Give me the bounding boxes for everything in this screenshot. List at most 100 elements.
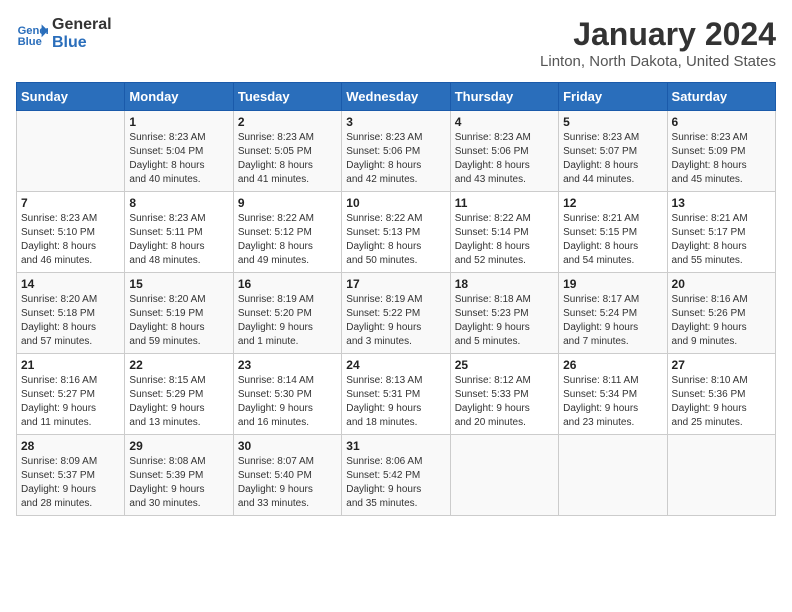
day-number: 26 <box>563 358 662 372</box>
day-number: 4 <box>455 115 554 129</box>
day-info: Sunrise: 8:22 AMSunset: 5:13 PMDaylight:… <box>346 212 445 268</box>
day-number: 2 <box>238 115 337 129</box>
day-info: Sunrise: 8:23 AMSunset: 5:07 PMDaylight:… <box>563 131 662 187</box>
header-friday: Friday <box>559 83 667 111</box>
logo: General Blue General Blue <box>16 16 112 51</box>
calendar-cell: 26 Sunrise: 8:11 AMSunset: 5:34 PMDayligh… <box>559 354 667 435</box>
day-number: 12 <box>563 196 662 210</box>
day-info: Sunrise: 8:13 AMSunset: 5:31 PMDaylight:… <box>346 374 445 430</box>
day-number: 27 <box>672 358 771 372</box>
calendar-cell: 29 Sunrise: 8:08 AMSunset: 5:39 PMDayligh… <box>125 435 233 516</box>
calendar-week-4: 21Sunrise: 8:16 AMSunset: 5:27 PMDayligh… <box>17 354 776 435</box>
day-info: Sunrise: 8:20 AMSunset: 5:19 PMDaylight:… <box>129 293 228 349</box>
day-number: 9 <box>238 196 337 210</box>
day-info: Sunrise: 8:17 AMSunset: 5:24 PMDaylight:… <box>563 293 662 349</box>
day-info: Sunrise: 8:23 AMSunset: 5:05 PMDaylight:… <box>238 131 337 187</box>
calendar-cell: 2 Sunrise: 8:23 AMSunset: 5:05 PMDaylight… <box>233 111 341 192</box>
calendar-cell: 28Sunrise: 8:09 AMSunset: 5:37 PMDayligh… <box>17 435 125 516</box>
svg-text:Blue: Blue <box>18 36 42 48</box>
day-number: 15 <box>129 277 228 291</box>
calendar-cell: 5 Sunrise: 8:23 AMSunset: 5:07 PMDaylight… <box>559 111 667 192</box>
day-info: Sunrise: 8:19 AMSunset: 5:20 PMDaylight:… <box>238 293 337 349</box>
calendar-cell <box>17 111 125 192</box>
calendar-cell: 18 Sunrise: 8:18 AMSunset: 5:23 PMDayligh… <box>450 273 558 354</box>
day-number: 19 <box>563 277 662 291</box>
day-number: 6 <box>672 115 771 129</box>
calendar-cell <box>559 435 667 516</box>
calendar-week-2: 7 Sunrise: 8:23 AMSunset: 5:10 PMDaylight… <box>17 192 776 273</box>
header-monday: Monday <box>125 83 233 111</box>
header-saturday: Saturday <box>667 83 775 111</box>
calendar-cell: 15 Sunrise: 8:20 AMSunset: 5:19 PMDayligh… <box>125 273 233 354</box>
calendar-cell: 30Sunrise: 8:07 AMSunset: 5:40 PMDayligh… <box>233 435 341 516</box>
calendar-cell: 21Sunrise: 8:16 AMSunset: 5:27 PMDayligh… <box>17 354 125 435</box>
day-number: 31 <box>346 439 445 453</box>
day-number: 30 <box>238 439 337 453</box>
day-info: Sunrise: 8:23 AMSunset: 5:09 PMDaylight:… <box>672 131 771 187</box>
day-number: 17 <box>346 277 445 291</box>
day-number: 28 <box>21 439 120 453</box>
logo-general: General <box>52 16 112 34</box>
month-year-title: January 2024 <box>540 16 776 53</box>
location-subtitle: Linton, North Dakota, United States <box>540 53 776 70</box>
calendar-cell: 24 Sunrise: 8:13 AMSunset: 5:31 PMDayligh… <box>342 354 450 435</box>
day-info: Sunrise: 8:12 AMSunset: 5:33 PMDaylight:… <box>455 374 554 430</box>
calendar-cell: 6 Sunrise: 8:23 AMSunset: 5:09 PMDaylight… <box>667 111 775 192</box>
calendar-cell <box>450 435 558 516</box>
day-number: 13 <box>672 196 771 210</box>
day-number: 22 <box>129 358 228 372</box>
calendar-cell: 8Sunrise: 8:23 AMSunset: 5:11 PMDaylight… <box>125 192 233 273</box>
day-info: Sunrise: 8:11 AMSunset: 5:34 PMDaylight:… <box>563 374 662 430</box>
calendar-cell: 31Sunrise: 8:06 AMSunset: 5:42 PMDayligh… <box>342 435 450 516</box>
day-info: Sunrise: 8:23 AMSunset: 5:06 PMDaylight:… <box>455 131 554 187</box>
day-number: 25 <box>455 358 554 372</box>
day-number: 29 <box>129 439 228 453</box>
day-info: Sunrise: 8:15 AMSunset: 5:29 PMDaylight:… <box>129 374 228 430</box>
day-info: Sunrise: 8:21 AMSunset: 5:17 PMDaylight:… <box>672 212 771 268</box>
day-info: Sunrise: 8:16 AMSunset: 5:26 PMDaylight:… <box>672 293 771 349</box>
day-number: 18 <box>455 277 554 291</box>
calendar-cell: 17 Sunrise: 8:19 AMSunset: 5:22 PMDayligh… <box>342 273 450 354</box>
day-info: Sunrise: 8:23 AMSunset: 5:11 PMDaylight:… <box>129 212 228 268</box>
day-info: Sunrise: 8:18 AMSunset: 5:23 PMDaylight:… <box>455 293 554 349</box>
day-info: Sunrise: 8:23 AMSunset: 5:04 PMDaylight:… <box>129 131 228 187</box>
calendar-cell: 22 Sunrise: 8:15 AMSunset: 5:29 PMDayligh… <box>125 354 233 435</box>
day-number: 3 <box>346 115 445 129</box>
day-info: Sunrise: 8:23 AMSunset: 5:10 PMDaylight:… <box>21 212 120 268</box>
calendar-week-5: 28Sunrise: 8:09 AMSunset: 5:37 PMDayligh… <box>17 435 776 516</box>
day-number: 20 <box>672 277 771 291</box>
day-number: 23 <box>238 358 337 372</box>
calendar-cell: 25 Sunrise: 8:12 AMSunset: 5:33 PMDayligh… <box>450 354 558 435</box>
day-info: Sunrise: 8:22 AMSunset: 5:14 PMDaylight:… <box>455 212 554 268</box>
day-info: Sunrise: 8:23 AMSunset: 5:06 PMDaylight:… <box>346 131 445 187</box>
day-number: 24 <box>346 358 445 372</box>
calendar-cell: 7 Sunrise: 8:23 AMSunset: 5:10 PMDaylight… <box>17 192 125 273</box>
day-info: Sunrise: 8:19 AMSunset: 5:22 PMDaylight:… <box>346 293 445 349</box>
calendar-cell: 3 Sunrise: 8:23 AMSunset: 5:06 PMDaylight… <box>342 111 450 192</box>
calendar-cell: 10Sunrise: 8:22 AMSunset: 5:13 PMDayligh… <box>342 192 450 273</box>
day-number: 11 <box>455 196 554 210</box>
calendar-week-3: 14Sunrise: 8:20 AMSunset: 5:18 PMDayligh… <box>17 273 776 354</box>
calendar-cell: 4 Sunrise: 8:23 AMSunset: 5:06 PMDaylight… <box>450 111 558 192</box>
calendar-table: SundayMondayTuesdayWednesdayThursdayFrid… <box>16 82 776 516</box>
logo-blue: Blue <box>52 34 112 52</box>
title-area: January 2024 Linton, North Dakota, Unite… <box>540 16 776 70</box>
logo-icon: General Blue <box>16 18 48 50</box>
calendar-cell: 11 Sunrise: 8:22 AMSunset: 5:14 PMDayligh… <box>450 192 558 273</box>
calendar-cell: 14Sunrise: 8:20 AMSunset: 5:18 PMDayligh… <box>17 273 125 354</box>
day-info: Sunrise: 8:14 AMSunset: 5:30 PMDaylight:… <box>238 374 337 430</box>
calendar-cell: 13 Sunrise: 8:21 AMSunset: 5:17 PMDayligh… <box>667 192 775 273</box>
day-number: 5 <box>563 115 662 129</box>
calendar-cell: 27Sunrise: 8:10 AMSunset: 5:36 PMDayligh… <box>667 354 775 435</box>
page-header: General Blue General Blue January 2024 L… <box>16 16 776 70</box>
day-number: 7 <box>21 196 120 210</box>
day-info: Sunrise: 8:20 AMSunset: 5:18 PMDaylight:… <box>21 293 120 349</box>
calendar-cell: 16Sunrise: 8:19 AMSunset: 5:20 PMDayligh… <box>233 273 341 354</box>
calendar-cell: 23 Sunrise: 8:14 AMSunset: 5:30 PMDayligh… <box>233 354 341 435</box>
calendar-cell: 20 Sunrise: 8:16 AMSunset: 5:26 PMDayligh… <box>667 273 775 354</box>
header-tuesday: Tuesday <box>233 83 341 111</box>
day-number: 21 <box>21 358 120 372</box>
header-thursday: Thursday <box>450 83 558 111</box>
day-info: Sunrise: 8:08 AMSunset: 5:39 PMDaylight:… <box>129 455 228 511</box>
header-sunday: Sunday <box>17 83 125 111</box>
